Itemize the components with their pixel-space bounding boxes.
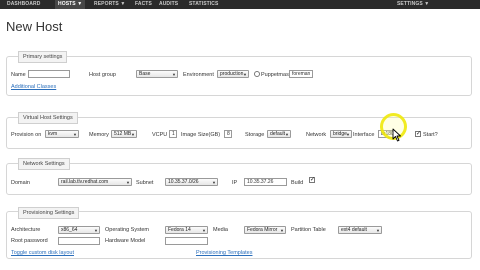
memory-value: 512 MB bbox=[114, 131, 132, 137]
hostgroup-label: Host group bbox=[89, 72, 116, 78]
nav-audits[interactable]: AUDITS bbox=[156, 0, 181, 9]
nav-reports[interactable]: REPORTS ▼ bbox=[91, 0, 128, 9]
operating-system-value: Fedora 14 bbox=[168, 227, 191, 233]
image-size-label: Image Size(GB) bbox=[181, 132, 221, 138]
chevron-down-icon: ▼ bbox=[243, 72, 247, 77]
nav-facts[interactable]: FACTS bbox=[132, 0, 155, 9]
subnet-value: 10.35.37.0/26 bbox=[168, 179, 199, 185]
hardware-model-label: Hardware Model bbox=[105, 238, 146, 244]
start-checkbox[interactable]: ✓ bbox=[415, 131, 421, 137]
hostgroup-value: Base bbox=[139, 71, 151, 77]
media-label: Media bbox=[213, 227, 228, 233]
root-password-input[interactable] bbox=[58, 237, 100, 245]
media-value: Fedora Mirror bbox=[247, 227, 278, 233]
network-select[interactable]: bridge ▼ bbox=[330, 130, 352, 138]
chevron-down-icon: ▼ bbox=[172, 72, 176, 77]
network-settings-legend: Network Settings bbox=[18, 158, 70, 170]
environment-value: production bbox=[220, 71, 244, 77]
chevron-down-icon: ▼ bbox=[212, 180, 216, 185]
environment-label: Environment bbox=[183, 72, 214, 78]
partition-table-select[interactable]: ext4 default ▼ bbox=[338, 226, 382, 234]
name-label: Name bbox=[11, 72, 26, 78]
storage-label: Storage bbox=[245, 132, 265, 138]
image-size-input[interactable]: 8 bbox=[224, 130, 232, 138]
chevron-down-icon: ▼ bbox=[94, 228, 98, 233]
puppetmaster-input[interactable]: foreman bbox=[289, 70, 313, 78]
chevron-down-icon: ▼ bbox=[131, 132, 135, 137]
provisioning-settings-legend: Provisioning Settings bbox=[18, 207, 80, 219]
environment-select[interactable]: production ▼ bbox=[217, 70, 249, 78]
page-title: New Host bbox=[6, 19, 63, 34]
chevron-down-icon: ▼ bbox=[376, 228, 380, 233]
vcpu-label: VCPU bbox=[152, 132, 168, 138]
storage-select[interactable]: default ▼ bbox=[267, 130, 291, 138]
provision-on-select[interactable]: kvm ▼ bbox=[45, 130, 79, 138]
media-select[interactable]: Fedora Mirror ▼ bbox=[244, 226, 286, 234]
architecture-select[interactable]: x86_64 ▼ bbox=[58, 226, 100, 234]
provision-on-value: kvm bbox=[48, 131, 58, 137]
puppetmaster-radio[interactable] bbox=[254, 71, 260, 77]
provision-on-label: Provision on bbox=[11, 132, 42, 138]
subnet-select[interactable]: 10.35.37.0/26 ▼ bbox=[165, 178, 218, 186]
nav-dashboard[interactable]: DASHBOARD bbox=[4, 0, 43, 9]
operating-system-select[interactable]: Fedora 14 ▼ bbox=[165, 226, 208, 234]
build-label: Build bbox=[291, 180, 304, 186]
start-label: Start? bbox=[423, 132, 438, 138]
network-label: Network bbox=[306, 132, 327, 138]
interface-label: Interface bbox=[353, 132, 375, 138]
storage-value: default bbox=[270, 131, 286, 137]
ip-label: IP bbox=[232, 180, 238, 186]
chevron-down-icon: ▼ bbox=[285, 132, 289, 137]
memory-label: Memory bbox=[89, 132, 109, 138]
mouse-pointer-icon bbox=[392, 128, 401, 142]
domain-value: rail.lab.tlv.redhat.com bbox=[61, 179, 109, 185]
primary-settings-legend: Primary settings bbox=[18, 51, 68, 63]
domain-label: Domain bbox=[11, 180, 30, 186]
nav-statistics[interactable]: STATISTICS bbox=[186, 0, 221, 9]
operating-system-label: Operating System bbox=[105, 227, 150, 233]
subnet-label: Subnet bbox=[136, 180, 154, 186]
chevron-down-icon: ▼ bbox=[280, 228, 284, 233]
toggle-disk-layout-link[interactable]: Toggle custom disk layout bbox=[11, 249, 74, 257]
memory-select[interactable]: 512 MB ▼ bbox=[111, 130, 137, 138]
additional-classes-link[interactable]: Additional Classes bbox=[11, 83, 56, 91]
virtual-host-legend: Virtual Host Settings bbox=[18, 112, 78, 124]
architecture-value: x86_64 bbox=[61, 227, 78, 233]
network-value: bridge bbox=[333, 131, 347, 137]
chevron-down-icon: ▼ bbox=[346, 132, 350, 137]
domain-select[interactable]: rail.lab.tlv.redhat.com ▼ bbox=[58, 178, 132, 186]
chevron-down-icon: ▼ bbox=[126, 180, 130, 185]
chevron-down-icon: ▼ bbox=[202, 228, 206, 233]
hostgroup-select[interactable]: Base ▼ bbox=[136, 70, 178, 78]
hardware-model-input[interactable] bbox=[165, 237, 208, 245]
chevron-down-icon: ▼ bbox=[73, 132, 77, 137]
nav-settings[interactable]: SETTINGS ▼ bbox=[394, 0, 432, 9]
nav-hosts[interactable]: HOSTS ▼ bbox=[55, 0, 86, 9]
provisioning-templates-link[interactable]: Provisioning Templates bbox=[196, 249, 252, 257]
build-checkbox[interactable]: ✓ bbox=[309, 177, 315, 183]
root-password-label: Root password bbox=[11, 238, 48, 244]
name-input[interactable] bbox=[28, 70, 70, 78]
partition-table-value: ext4 default bbox=[341, 227, 367, 233]
vcpu-input[interactable]: 1 bbox=[169, 130, 177, 138]
ip-input[interactable]: 10.35.37.26 bbox=[244, 178, 287, 186]
partition-table-label: Partition Table bbox=[291, 227, 326, 233]
architecture-label: Architecture bbox=[11, 227, 41, 233]
